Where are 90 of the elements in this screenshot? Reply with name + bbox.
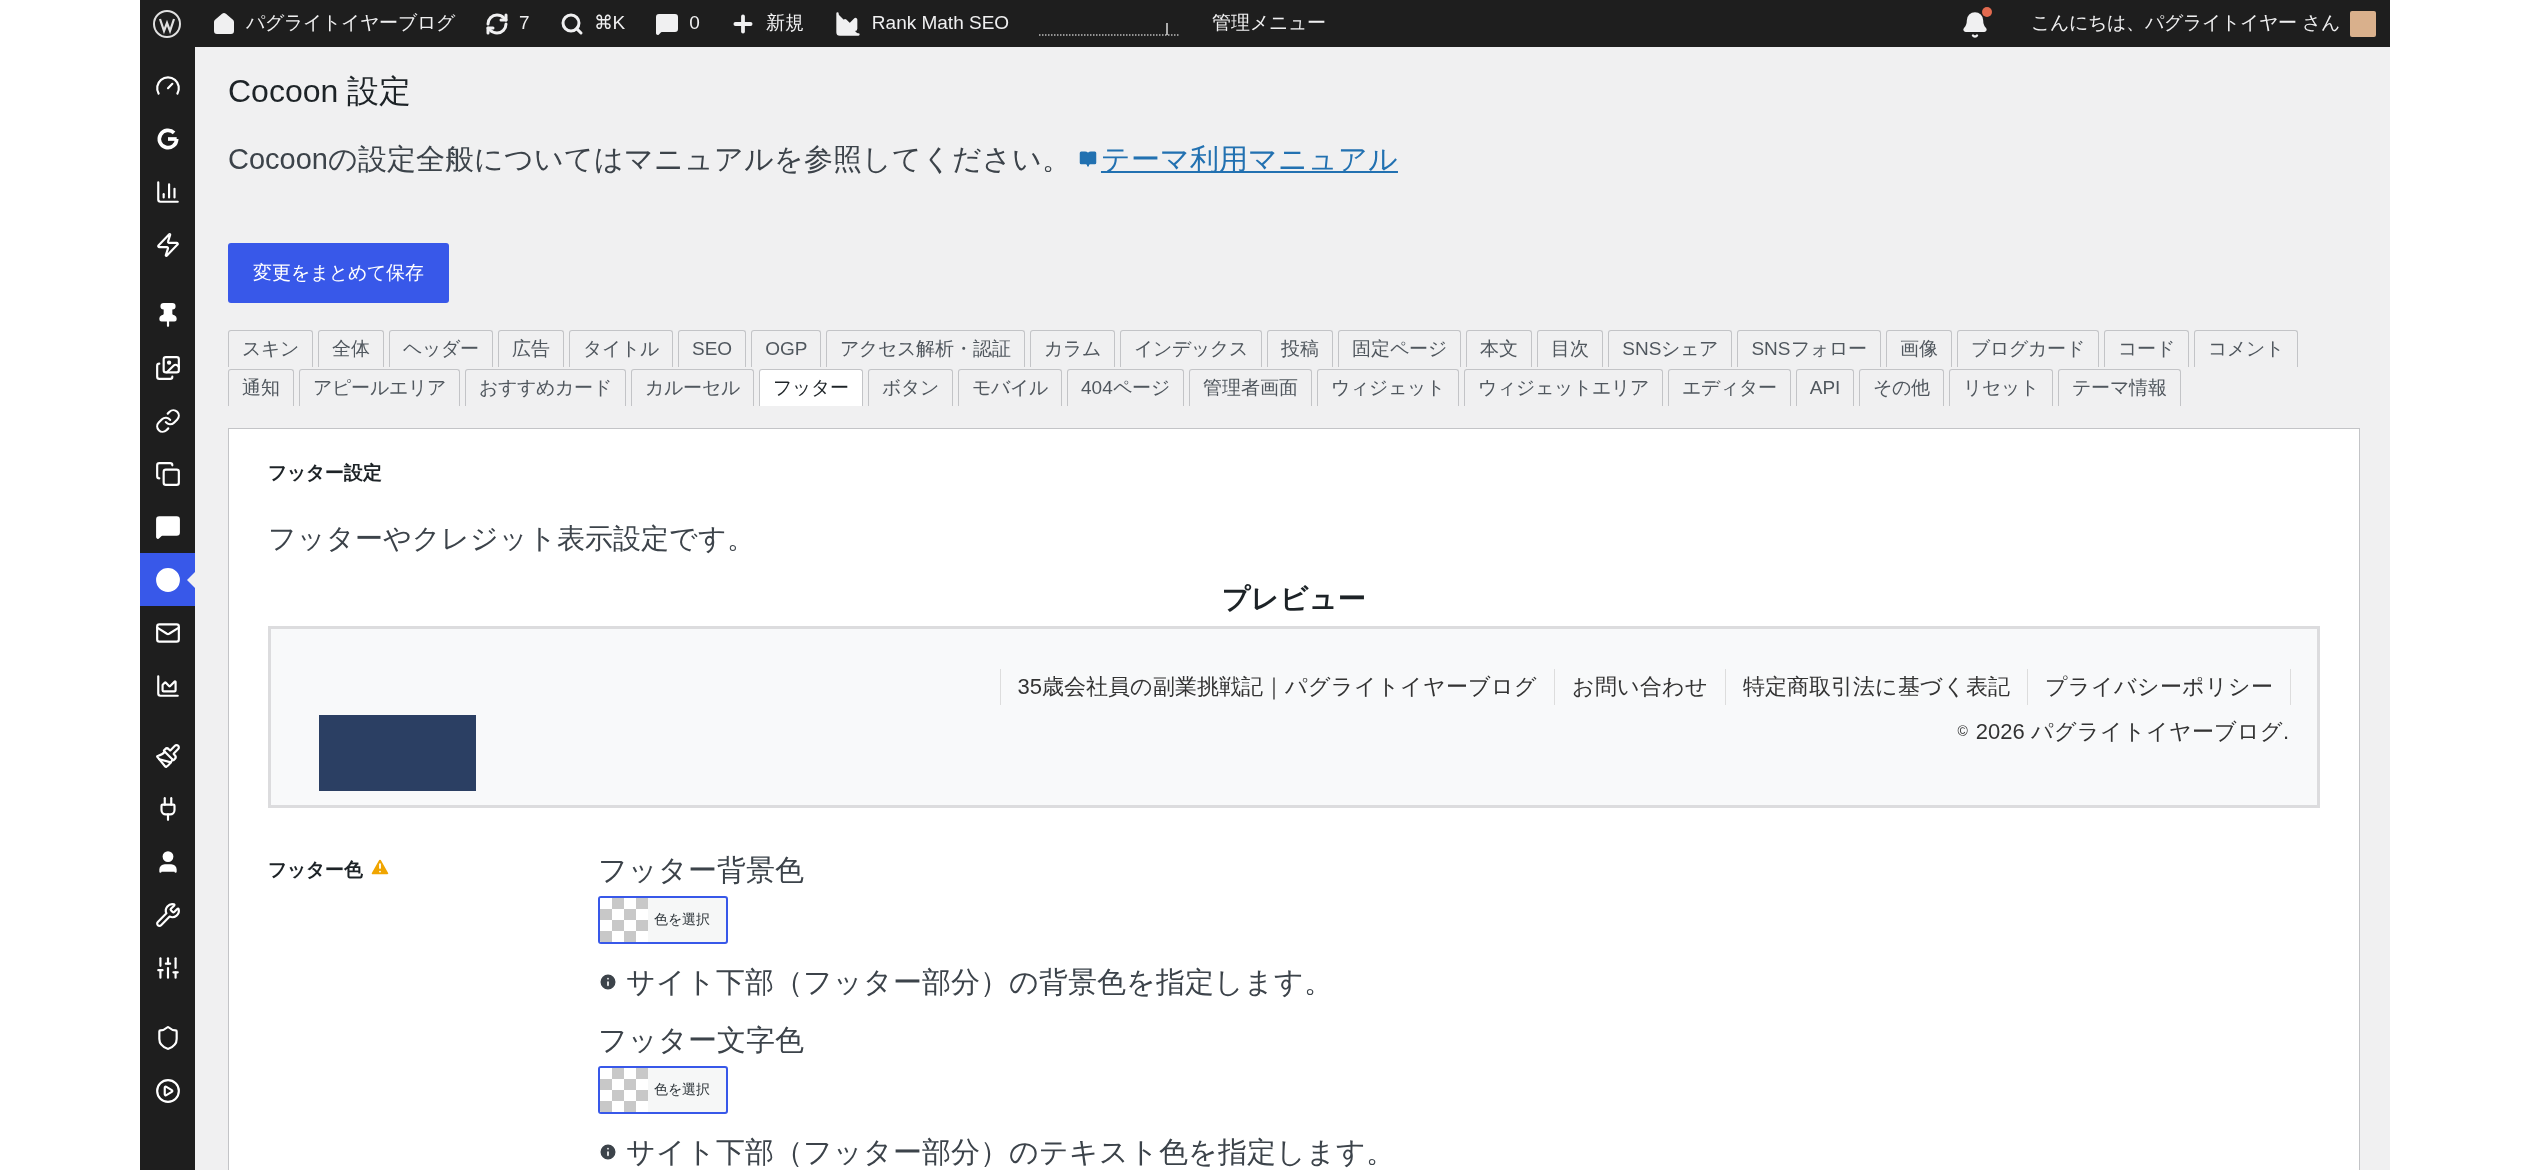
settings-tab[interactable]: アピールエリア bbox=[299, 369, 460, 406]
settings-tab[interactable]: 本文 bbox=[1466, 330, 1533, 367]
section-label: フッター色 bbox=[268, 857, 363, 882]
link-icon bbox=[154, 407, 181, 434]
intro-text: Cocoonの設定全般についてはマニュアルを参照してください。 bbox=[228, 142, 1071, 177]
greeting-text[interactable]: こんにちは、パグライトイヤー さん bbox=[2030, 9, 2340, 38]
site-name-link[interactable]: パグライトイヤーブログ bbox=[212, 9, 455, 38]
settings-tab[interactable]: リセット bbox=[1949, 369, 2054, 406]
settings-tab[interactable]: ウィジェット bbox=[1316, 369, 1459, 406]
search-link[interactable]: ⌘K bbox=[559, 9, 626, 38]
settings-tab[interactable]: 通知 bbox=[228, 369, 294, 406]
pages-icon bbox=[154, 460, 181, 487]
settings-tab[interactable]: SNSシェア bbox=[1608, 330, 1733, 367]
settings-tab[interactable]: SEO bbox=[678, 330, 747, 367]
settings-tab[interactable]: 目次 bbox=[1537, 330, 1604, 367]
refresh-icon bbox=[485, 11, 509, 36]
avatar[interactable] bbox=[2350, 10, 2376, 37]
settings-tab[interactable]: 全体 bbox=[318, 330, 384, 367]
wordpress-logo-icon[interactable] bbox=[152, 8, 182, 39]
settings-tab[interactable]: 広告 bbox=[498, 330, 564, 367]
g-logo-icon bbox=[154, 125, 181, 152]
bar-chart-icon bbox=[154, 178, 181, 205]
comments-link[interactable]: 0 bbox=[655, 9, 700, 38]
field-label: フッター文字色 bbox=[598, 1022, 805, 1058]
settings-tab[interactable]: おすすめカード bbox=[465, 369, 626, 406]
color-picker-button[interactable]: 色を選択 bbox=[598, 1065, 728, 1114]
settings-tab[interactable]: コード bbox=[2103, 330, 2189, 367]
settings-tab[interactable]: 管理者画面 bbox=[1188, 369, 1312, 406]
settings-tab[interactable]: カルーセル bbox=[631, 369, 754, 406]
settings-tab[interactable]: 画像 bbox=[1885, 330, 1952, 367]
settings-tab[interactable]: フッター bbox=[759, 369, 863, 406]
bolt-icon bbox=[154, 231, 181, 258]
settings-tab[interactable]: エディター bbox=[1667, 369, 1791, 406]
settings-tab[interactable]: アクセス解析・認証 bbox=[826, 330, 1026, 367]
circle-icon bbox=[154, 566, 181, 593]
notification-bell-icon[interactable] bbox=[1960, 8, 1989, 39]
field-label: フッター背景色 bbox=[598, 852, 805, 888]
settings-tab[interactable]: テーマ情報 bbox=[2058, 369, 2182, 406]
sliders-icon bbox=[154, 954, 181, 981]
settings-tab[interactable]: タイトル bbox=[569, 330, 673, 367]
copyright-text: 2026 パグライトイヤーブログ. bbox=[1975, 717, 2289, 746]
settings-tab[interactable]: モバイル bbox=[958, 369, 1062, 406]
footer-link[interactable]: プライバシーポリシー bbox=[2027, 668, 2291, 705]
admin-menu-link[interactable]: 管理メニュー bbox=[1212, 9, 1327, 38]
settings-tab[interactable]: ヘッダー bbox=[389, 330, 493, 367]
new-link[interactable]: 新規 bbox=[729, 9, 804, 38]
checkered-swatch-icon bbox=[600, 1067, 648, 1112]
settings-tab[interactable]: コメント bbox=[2193, 330, 2298, 367]
page-title: Cocoon 設定 bbox=[228, 72, 413, 111]
settings-tab[interactable]: ボタン bbox=[868, 369, 953, 406]
area-chart-icon bbox=[154, 672, 181, 699]
settings-tab[interactable]: 404ページ bbox=[1067, 369, 1184, 406]
settings-tab[interactable]: ウィジェットエリア bbox=[1463, 369, 1663, 406]
comment-icon bbox=[154, 513, 181, 540]
area-chart-icon bbox=[833, 9, 862, 38]
settings-tab[interactable]: API bbox=[1795, 369, 1855, 406]
panel-description: フッターやクレジット表示設定です。 bbox=[268, 521, 756, 556]
media-icon bbox=[154, 354, 181, 381]
manual-link[interactable]: テーマ利用マニュアル bbox=[1078, 137, 1398, 181]
help-text: サイト下部（フッター部分）の背景色を指定します。 bbox=[626, 964, 1333, 1000]
book-icon bbox=[1078, 150, 1097, 168]
settings-tab[interactable]: 固定ページ bbox=[1338, 330, 1462, 367]
settings-tab[interactable]: カラム bbox=[1030, 330, 1116, 367]
settings-tab[interactable]: その他 bbox=[1859, 369, 1945, 406]
settings-tab[interactable]: スキン bbox=[228, 330, 313, 367]
settings-tab[interactable]: インデックス bbox=[1120, 330, 1263, 367]
color-picker-button[interactable]: 色を選択 bbox=[598, 895, 728, 944]
checkered-swatch-icon bbox=[600, 897, 648, 942]
save-button[interactable]: 変更をまとめて保存 bbox=[228, 243, 449, 303]
footer-link[interactable]: 特定商取引法に基づく表記 bbox=[1725, 668, 2028, 705]
preview-title: プレビュー bbox=[1221, 581, 1367, 616]
copyright-mark: © bbox=[1957, 721, 1968, 741]
settings-tab[interactable]: ブログカード bbox=[1956, 330, 2099, 367]
home-icon bbox=[212, 11, 236, 36]
settings-tab[interactable]: OGP bbox=[751, 330, 822, 367]
footer-link[interactable]: 35歳会社員の副業挑戦記｜パグライトイヤーブログ bbox=[999, 668, 1555, 705]
comment-icon bbox=[655, 11, 680, 36]
footer-link[interactable]: お問い合わせ bbox=[1554, 668, 1726, 705]
info-icon bbox=[598, 971, 618, 992]
updates-link[interactable]: 7 bbox=[485, 9, 530, 38]
play-icon bbox=[154, 1077, 181, 1104]
search-icon bbox=[559, 11, 584, 36]
help-text: サイト下部（フッター部分）のテキスト色を指定します。 bbox=[626, 1134, 1395, 1170]
wrench-icon bbox=[154, 901, 181, 928]
seo-menu-link[interactable]: Rank Math SEO bbox=[833, 9, 1010, 38]
settings-tab[interactable]: SNSフォロー bbox=[1737, 330, 1881, 367]
settings-tab[interactable]: 投稿 bbox=[1267, 330, 1334, 367]
brush-icon bbox=[154, 742, 181, 769]
panel-heading: フッター設定 bbox=[268, 461, 383, 485]
info-icon bbox=[598, 1141, 618, 1162]
